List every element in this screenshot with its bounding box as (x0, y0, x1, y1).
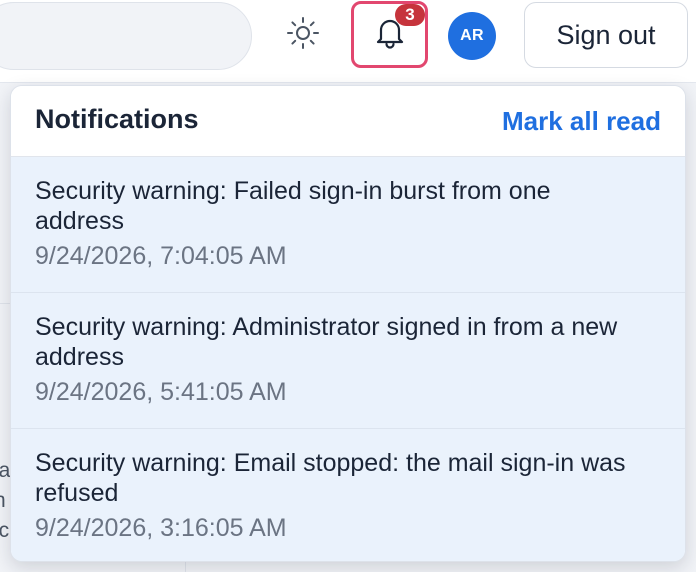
notification-timestamp: 9/24/2026, 7:04:05 AM (35, 242, 287, 270)
top-bar: 3 AR Sign out (0, 0, 696, 83)
notification-title: Security warning: Administrator signed i… (35, 313, 618, 371)
background-text-fragment: n (0, 489, 10, 513)
background-text-fragment: ic (0, 519, 10, 542)
notifications-title: Notifications (35, 104, 199, 134)
mark-all-read-link[interactable]: Mark all read (502, 106, 661, 137)
avatar[interactable]: AR (448, 12, 496, 60)
notification-item[interactable]: Security warning: Administrator signed i… (11, 293, 685, 429)
background-divider (185, 562, 186, 572)
notification-timestamp: 9/24/2026, 5:41:05 AM (35, 378, 287, 406)
notification-item[interactable]: Security warning: Failed sign-in burst f… (11, 157, 685, 293)
background-divider (0, 303, 10, 304)
sign-out-button[interactable]: Sign out (524, 2, 688, 68)
notification-title: Security warning: Email stopped: the mai… (35, 449, 626, 507)
notifications-count-badge: 3 (395, 4, 425, 26)
notifications-button[interactable]: 3 (351, 1, 428, 68)
notification-item[interactable]: Security warning: Email stopped: the mai… (11, 429, 685, 561)
background-text-fragment: ia (0, 459, 10, 482)
notifications-header: Notifications Mark all read (11, 86, 685, 157)
search-input[interactable] (0, 2, 252, 70)
notification-timestamp: 9/24/2026, 3:16:05 AM (35, 514, 287, 542)
notifications-dropdown: Notifications Mark all read Security war… (10, 85, 686, 562)
notification-title: Security warning: Failed sign-in burst f… (35, 177, 551, 235)
theme-toggle-button[interactable] (282, 14, 324, 56)
sun-icon (286, 16, 320, 55)
